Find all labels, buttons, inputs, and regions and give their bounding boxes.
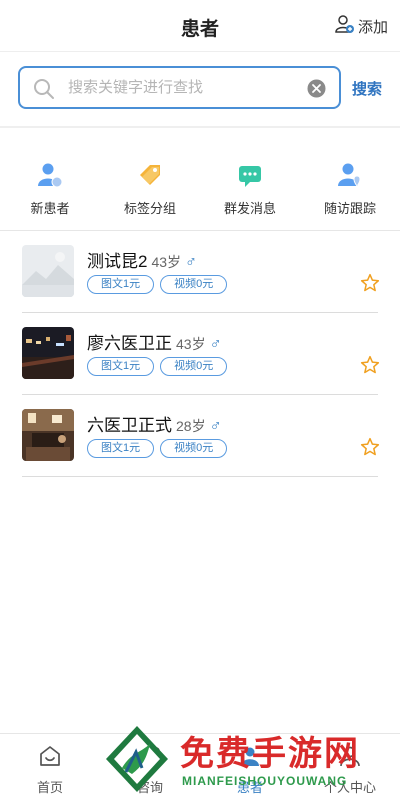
quick-actions: 新患者 标签分组 群发消息 随访跟踪 xyxy=(0,160,400,220)
tab-home[interactable]: 首页 xyxy=(0,734,100,797)
tab-label: 首页 xyxy=(36,780,63,795)
search-button[interactable]: 搜索 xyxy=(352,78,382,99)
patient-name: 廖六医卫正 xyxy=(87,334,172,353)
search-box[interactable] xyxy=(18,66,341,109)
new-patient-icon xyxy=(35,160,65,190)
text-consult-tag: 图文1元 xyxy=(87,275,155,294)
avatar xyxy=(22,409,74,461)
star-icon[interactable] xyxy=(360,273,380,298)
price-tags: 图文1元 视频0元 xyxy=(87,357,228,376)
tag-icon xyxy=(135,160,165,190)
price-tags: 图文1元 视频0元 xyxy=(87,275,228,294)
text-consult-tag: 图文1元 xyxy=(87,439,155,458)
male-icon: ♂ xyxy=(209,418,222,435)
price-tags: 图文1元 视频0元 xyxy=(87,439,228,458)
quick-group-message[interactable]: 群发消息 xyxy=(200,160,300,220)
watermark-subtitle: MIANFEISHOUYOUWANG xyxy=(182,774,348,788)
quick-tag-group[interactable]: 标签分组 xyxy=(100,160,200,220)
quick-new-patient[interactable]: 新患者 xyxy=(0,160,100,220)
add-label: 添加 xyxy=(357,18,388,36)
quick-label: 随访跟踪 xyxy=(323,201,376,216)
clear-icon[interactable] xyxy=(307,79,326,103)
watermark-title: 免费手游网 xyxy=(180,734,360,774)
avatar xyxy=(22,327,74,379)
male-icon: ♂ xyxy=(185,254,198,271)
add-patient-button[interactable]: 添加 xyxy=(335,14,388,38)
patient-row[interactable]: 廖六医卫正 43岁 ♂ 图文1元 视频0元 xyxy=(0,313,400,395)
male-icon: ♂ xyxy=(209,336,222,353)
search-icon xyxy=(33,78,55,105)
quick-follow-up[interactable]: 随访跟踪 xyxy=(300,160,400,220)
video-consult-tag: 视频0元 xyxy=(160,439,228,458)
patient-age: 28岁 xyxy=(176,418,206,434)
follow-up-icon xyxy=(335,160,365,190)
patient-row[interactable]: 测试昆2 43岁 ♂ 图文1元 视频0元 xyxy=(0,231,400,313)
patient-list: 测试昆2 43岁 ♂ 图文1元 视频0元 廖六医卫正 43岁 ♂ 图文1元 视频… xyxy=(0,231,400,477)
patient-name-line: 六医卫正式 28岁 ♂ xyxy=(87,411,222,436)
quick-label: 新患者 xyxy=(30,201,70,216)
header-bar: 患者 添加 xyxy=(0,0,400,52)
patient-name-line: 廖六医卫正 43岁 ♂ xyxy=(87,329,222,354)
patient-age: 43岁 xyxy=(151,254,182,270)
patient-row[interactable]: 六医卫正式 28岁 ♂ 图文1元 视频0元 xyxy=(0,395,400,477)
search-row: 搜索 xyxy=(0,66,400,112)
quick-label: 标签分组 xyxy=(123,201,176,216)
patient-age: 43岁 xyxy=(176,336,206,352)
watermark: 免费手游网 MIANFEISHOUYOUWANG xyxy=(102,722,400,797)
patient-name: 六医卫正式 xyxy=(87,416,172,435)
video-consult-tag: 视频0元 xyxy=(160,357,228,376)
patient-name: 测试昆2 xyxy=(87,252,148,271)
star-icon[interactable] xyxy=(360,355,380,380)
message-icon xyxy=(235,160,265,190)
patient-name-line: 测试昆2 43岁 ♂ xyxy=(87,247,197,272)
search-input[interactable] xyxy=(68,68,298,107)
home-icon xyxy=(38,744,62,773)
add-user-icon xyxy=(335,14,355,38)
avatar xyxy=(22,245,74,297)
star-icon[interactable] xyxy=(360,437,380,462)
divider xyxy=(0,126,400,128)
watermark-logo-icon xyxy=(102,724,172,797)
text-consult-tag: 图文1元 xyxy=(87,357,155,376)
video-consult-tag: 视频0元 xyxy=(160,275,228,294)
row-divider xyxy=(22,476,378,477)
quick-label: 群发消息 xyxy=(223,201,276,216)
